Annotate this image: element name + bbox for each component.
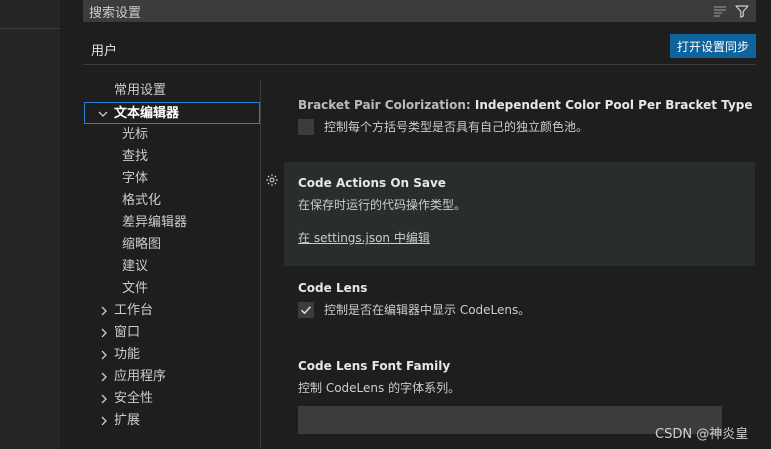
filter-icon[interactable] xyxy=(734,3,750,19)
setting-code-lens: Code Lens 控制是否在编辑器中显示 CodeLens。 xyxy=(284,280,755,330)
toc-item-cursor[interactable]: 光标 xyxy=(84,124,260,146)
code-lens-checkbox[interactable] xyxy=(298,301,314,318)
toc-item-extensions[interactable]: 扩展 xyxy=(84,410,260,432)
side-panel xyxy=(0,0,60,449)
setting-category: Bracket Pair Colorization: xyxy=(298,98,475,112)
toc-item-text-editor[interactable]: 文本编辑器 xyxy=(84,102,260,124)
setting-description: 控制是否在编辑器中显示 CodeLens。 xyxy=(324,303,531,317)
toc-item-files[interactable]: 文件 xyxy=(84,278,260,300)
chevron-right-icon xyxy=(98,366,110,388)
settings-sync-button[interactable]: 打开设置同步 xyxy=(670,34,756,58)
search-placeholder: 搜索设置 xyxy=(89,5,142,21)
toc-item-features[interactable]: 功能 xyxy=(84,344,260,366)
search-input[interactable]: 搜索设置 xyxy=(83,0,756,22)
chevron-right-icon xyxy=(98,388,110,410)
setting-description: 控制 CodeLens 的字体系列。 xyxy=(298,381,461,395)
toc-item-diff-editor[interactable]: 差异编辑器 xyxy=(84,212,260,234)
tab-divider xyxy=(83,64,756,65)
bracket-checkbox[interactable] xyxy=(298,118,314,135)
gear-icon[interactable] xyxy=(265,173,279,187)
toc-item-label: 应用程序 xyxy=(114,369,167,384)
toc-item-label: 扩展 xyxy=(114,413,141,428)
setting-title: Bracket Pair Colorization: Independent C… xyxy=(298,98,753,112)
setting-name: Independent Color Pool Per Bracket Type xyxy=(474,98,753,112)
setting-description: 在保存时运行的代码操作类型。 xyxy=(298,198,467,212)
toc-item-suggestions[interactable]: 建议 xyxy=(84,256,260,278)
toc-divider xyxy=(260,80,261,449)
toc-item-common[interactable]: 常用设置 xyxy=(84,80,260,102)
toc-item-label: 文本编辑器 xyxy=(114,106,180,121)
chevron-right-icon xyxy=(98,344,110,366)
setting-code-actions-on-save: Code Actions On Save 在保存时运行的代码操作类型。 在 se… xyxy=(284,162,755,266)
checkmark-icon xyxy=(300,305,312,314)
tab-user[interactable]: 用户 xyxy=(91,40,117,59)
toc-item-label: 工作台 xyxy=(114,303,154,318)
toc-item-security[interactable]: 安全性 xyxy=(84,388,260,410)
toc-item-minimap[interactable]: 缩略图 xyxy=(84,234,260,256)
toc-item-font[interactable]: 字体 xyxy=(84,168,260,190)
chevron-right-icon xyxy=(98,300,110,322)
settings-toc: 常用设置 文本编辑器 光标 查找 字体 格式化 差异编辑器 缩略图 建议 文件 … xyxy=(84,80,260,432)
watermark: CSDN @神炎皇 xyxy=(655,427,749,442)
toc-item-label: 功能 xyxy=(114,347,141,362)
setting-title: Code Actions On Save xyxy=(298,176,446,190)
chevron-right-icon xyxy=(98,322,110,344)
setting-description: 控制每个方括号类型是否具有自己的独立颜色池。 xyxy=(324,120,589,134)
edit-in-settings-json-link[interactable]: 在 settings.json 中编辑 xyxy=(298,229,430,246)
toc-item-formatting[interactable]: 格式化 xyxy=(84,190,260,212)
setting-title: Code Lens xyxy=(298,281,368,295)
setting-bracket-pair: Bracket Pair Colorization: Independent C… xyxy=(284,97,755,147)
toc-item-label: 安全性 xyxy=(114,391,154,406)
chevron-right-icon xyxy=(98,410,110,432)
toc-item-window[interactable]: 窗口 xyxy=(84,322,260,344)
toc-item-workbench[interactable]: 工作台 xyxy=(84,300,260,322)
toc-item-label: 窗口 xyxy=(114,325,141,340)
setting-title: Code Lens Font Family xyxy=(298,359,451,373)
toc-item-application[interactable]: 应用程序 xyxy=(84,366,260,388)
chevron-down-icon xyxy=(97,103,109,125)
toc-item-find[interactable]: 查找 xyxy=(84,146,260,168)
clear-filter-icon[interactable] xyxy=(712,3,728,19)
